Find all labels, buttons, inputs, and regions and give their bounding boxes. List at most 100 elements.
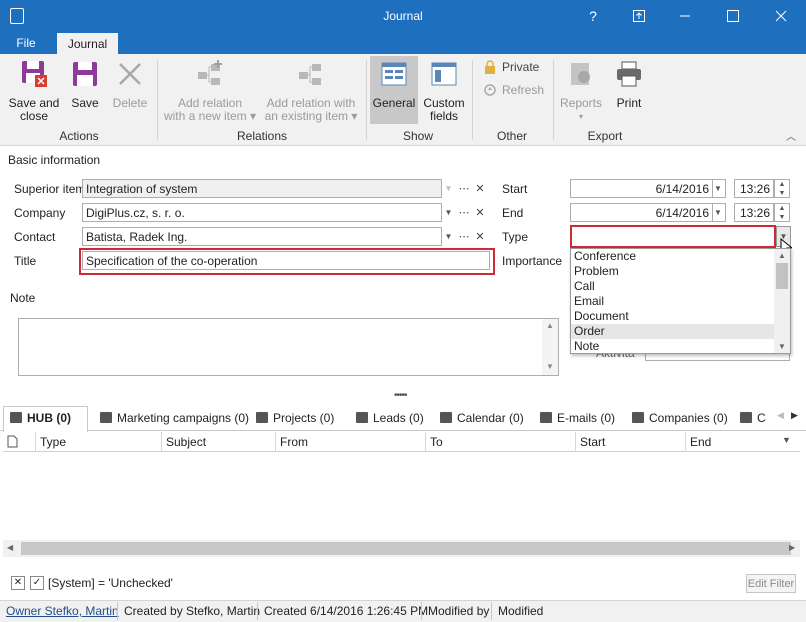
menu-file[interactable]: File	[8, 36, 44, 50]
start-time-field[interactable]: 13:26	[734, 179, 774, 198]
tab-megaphone[interactable]: Marketing campaigns (0)	[100, 406, 249, 430]
save-button[interactable]: Save	[66, 60, 104, 110]
clear-filter-button[interactable]: ✕	[11, 576, 25, 590]
tab-calendar[interactable]: Calendar (0)	[440, 406, 524, 430]
add-relation-existing-label-2: an existing item ▾	[264, 109, 358, 123]
grid-column-from[interactable]: From	[276, 432, 426, 452]
edit-filter-button[interactable]: Edit Filter	[746, 574, 796, 593]
company-field[interactable]: DigiPlus.cz, s. r. o.	[82, 203, 442, 222]
add-relation-existing-button[interactable]: Add relation with an existing item ▾	[262, 60, 360, 123]
private-button[interactable]: Private	[484, 60, 539, 74]
tab-label: Calendar (0)	[457, 411, 524, 425]
superior-more-button[interactable]: ⋯	[456, 179, 472, 198]
status-separator	[117, 602, 118, 620]
end-time-field[interactable]: 13:26	[734, 203, 774, 222]
custom-fields-icon	[431, 62, 457, 86]
filter-checkbox[interactable]: ✓	[30, 576, 44, 590]
end-date-dropdown[interactable]: ▼	[711, 203, 726, 222]
print-button[interactable]: Print	[608, 60, 650, 110]
contact-clear-button[interactable]: ✕	[472, 227, 488, 246]
help-button[interactable]: ?	[570, 0, 616, 32]
start-date-dropdown[interactable]: ▼	[711, 179, 726, 198]
grid-sort-arrow[interactable]: ▼	[782, 435, 791, 445]
start-date-field[interactable]: 6/14/2016	[570, 179, 713, 198]
refresh-icon	[484, 84, 496, 96]
tab-leads[interactable]: Leads (0)	[356, 406, 424, 430]
note-scrollbar[interactable]: ▲ ▼	[542, 319, 558, 375]
start-time-spinner[interactable]: ▲ ▼	[774, 179, 790, 198]
type-option[interactable]: Note	[571, 339, 774, 354]
type-option[interactable]: Problem	[571, 264, 774, 279]
scroll-left-arrow[interactable]: ◀	[7, 543, 13, 552]
menu-journal[interactable]: Journal	[57, 33, 118, 54]
dropdown-scrollbar[interactable]: ▲ ▼	[774, 249, 790, 353]
grid-body	[3, 453, 800, 540]
title-label: Title	[14, 254, 37, 268]
type-option[interactable]: Call	[571, 279, 774, 294]
ribbon-separator	[472, 60, 473, 140]
scroll-right-arrow[interactable]: ▶	[789, 543, 795, 552]
save-and-close-button[interactable]: Save and close	[6, 60, 62, 123]
general-button[interactable]: General	[370, 56, 418, 124]
note-textarea[interactable]	[18, 318, 559, 376]
grid-horizontal-scrollbar[interactable]: ◀ ▶	[3, 540, 800, 557]
tab-projects[interactable]: Projects (0)	[256, 406, 334, 430]
splitter-handle[interactable]: •••••	[394, 390, 407, 401]
contact-dropdown-arrow[interactable]: ▼	[441, 227, 456, 246]
tabs-scroll-left[interactable]: ◀	[777, 410, 784, 421]
tab-companies[interactable]: Companies (0)	[632, 406, 728, 430]
print-label: Print	[616, 96, 642, 110]
filter-text[interactable]: [System] = 'Unchecked'	[48, 576, 173, 590]
company-clear-button[interactable]: ✕	[472, 203, 488, 222]
status-separator	[257, 602, 258, 620]
collapse-ribbon-icon[interactable]: ︿	[786, 128, 796, 143]
tab-hub[interactable]: HUB (0)	[10, 406, 71, 430]
custom-fields-button[interactable]: Custom fields	[420, 60, 468, 123]
refresh-button[interactable]: Refresh	[484, 83, 544, 97]
popout-button[interactable]	[616, 0, 662, 32]
type-option[interactable]: Order	[571, 324, 774, 339]
tab-contacts[interactable]: C	[740, 406, 766, 430]
tab-email[interactable]: E-mails (0)	[540, 406, 615, 430]
delete-button[interactable]: Delete	[108, 60, 152, 110]
type-option[interactable]: Email	[571, 294, 774, 309]
grid-column-subject[interactable]: Subject	[162, 432, 276, 452]
grid-header-icon-col[interactable]	[3, 432, 36, 452]
contact-more-button[interactable]: ⋯	[456, 227, 472, 246]
delete-icon	[119, 63, 141, 85]
minimize-icon	[680, 15, 690, 17]
company-dropdown-arrow[interactable]: ▼	[441, 203, 456, 222]
projects-icon	[256, 412, 268, 423]
company-more-button[interactable]: ⋯	[456, 203, 472, 222]
superior-clear-button[interactable]: ✕	[472, 179, 488, 198]
title-field[interactable]: Specification of the co-operation	[82, 251, 490, 270]
tab-label: HUB (0)	[27, 411, 71, 425]
scroll-thumb[interactable]	[21, 542, 791, 555]
ribbon-separator	[366, 60, 367, 140]
email-icon	[540, 412, 552, 423]
end-time-spinner[interactable]: ▲ ▼	[774, 203, 790, 222]
add-relation-new-button[interactable]: Add relation with a new item ▾	[162, 60, 258, 123]
grid-column-start[interactable]: Start	[576, 432, 686, 452]
general-label: General	[372, 96, 416, 110]
popout-icon	[633, 10, 645, 22]
superior-item-field[interactable]: Integration of system	[82, 179, 442, 198]
superior-dropdown-arrow[interactable]: ▼	[441, 179, 456, 198]
type-field[interactable]	[570, 225, 776, 248]
grid-column-to[interactable]: To	[426, 432, 576, 452]
status-owner[interactable]: Owner Stefko, Martin	[6, 604, 119, 618]
delete-label: Delete	[112, 96, 148, 110]
contact-field[interactable]: Batista, Radek Ing.	[82, 227, 442, 246]
companies-icon	[632, 412, 644, 423]
minimize-button[interactable]	[662, 0, 708, 32]
end-date-field[interactable]: 6/14/2016	[570, 203, 713, 222]
maximize-button[interactable]	[710, 0, 756, 32]
type-option[interactable]: Document	[571, 309, 774, 324]
hub-icon	[10, 412, 22, 423]
grid-column-type[interactable]: Type	[36, 432, 162, 452]
tabs-scroll-right[interactable]: ▶	[791, 410, 798, 421]
reports-button[interactable]: Reports ▾	[558, 60, 604, 123]
close-button[interactable]	[758, 0, 804, 32]
type-option[interactable]: Conference	[571, 249, 774, 264]
show-group-label: Show	[402, 129, 434, 143]
